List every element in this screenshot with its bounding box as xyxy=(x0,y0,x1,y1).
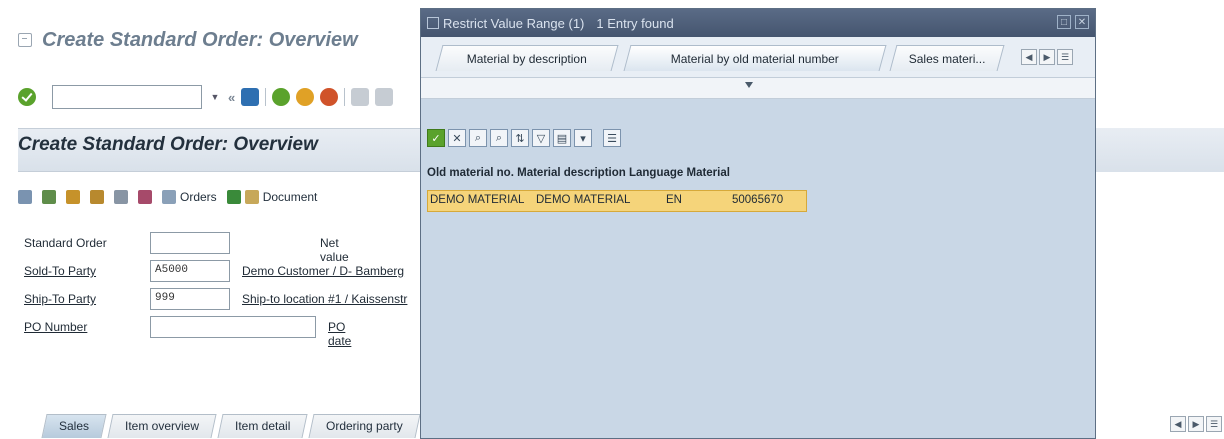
ship-to-party-field[interactable]: 999 xyxy=(150,288,230,310)
save-icon[interactable] xyxy=(241,88,260,106)
search-help-tabs: Material by description Material by old … xyxy=(421,37,1095,77)
pricing-icon[interactable] xyxy=(114,190,128,204)
restrictions-toggle-bar[interactable] xyxy=(421,77,1095,99)
header-material-description[interactable]: Material description xyxy=(517,167,626,179)
sold-to-party-label[interactable]: Sold-To Party xyxy=(24,264,150,278)
standard-order-field[interactable] xyxy=(150,232,230,254)
window-title-row: Create Standard Order: Overview xyxy=(18,20,358,60)
sort-icon[interactable]: ⇅ xyxy=(511,129,529,147)
find-next-icon[interactable]: ⌕ xyxy=(490,129,508,147)
tab-material-by-old-material-number[interactable]: Material by old material number xyxy=(623,45,887,71)
command-field[interactable] xyxy=(52,85,202,109)
cell-language: EN xyxy=(666,194,682,206)
texts-icon[interactable] xyxy=(138,190,152,204)
header-material[interactable]: Material xyxy=(686,167,729,179)
find-icon[interactable] xyxy=(375,88,394,106)
page-title: Create Standard Order: Overview xyxy=(18,134,318,155)
po-date-label[interactable]: PO date xyxy=(328,320,351,348)
tab-material-by-description[interactable]: Material by description xyxy=(435,45,619,71)
entries-found: 1 Entry found xyxy=(596,15,674,31)
standard-order-label: Standard Order xyxy=(24,236,107,250)
print-icon[interactable]: ▤ xyxy=(553,129,571,147)
tab-ordering-party[interactable]: Ordering party xyxy=(308,414,421,438)
print-icon[interactable] xyxy=(351,88,370,106)
document-icon xyxy=(244,190,259,204)
ship-to-party-label[interactable]: Ship-To Party xyxy=(24,292,150,306)
dialog-icon xyxy=(427,17,439,29)
filter-icon[interactable]: ▽ xyxy=(532,129,550,147)
cell-material: 50065670 xyxy=(732,194,784,206)
arrow-right-icon[interactable]: ▶ xyxy=(1188,416,1204,432)
tab-scroll-buttons: ◀ ▶ ☰ xyxy=(1021,49,1073,65)
maximize-icon[interactable]: □ xyxy=(1057,15,1071,29)
close-icon[interactable]: ✕ xyxy=(1075,15,1089,29)
excel-icon xyxy=(226,190,241,204)
ship-to-party-description: Ship-to location #1 / Kaissenstr xyxy=(242,292,408,306)
header-old-material-no[interactable]: Old material no. xyxy=(427,167,514,179)
cell-material-description: DEMO MATERIAL xyxy=(536,194,631,206)
document-button[interactable]: Document xyxy=(226,190,318,204)
orders-button[interactable]: Orders xyxy=(162,190,217,204)
tab-scroll-buttons: ◀ ▶ ☰ xyxy=(1170,416,1222,432)
tab-list-icon[interactable]: ☰ xyxy=(1057,49,1073,65)
arrow-left-icon[interactable]: ◀ xyxy=(1170,416,1186,432)
find-icon[interactable]: ⌕ xyxy=(469,129,487,147)
header-icon[interactable] xyxy=(42,190,56,204)
header-strip-right xyxy=(1096,128,1224,172)
orders-button-label: Orders xyxy=(180,190,217,204)
arrow-right-icon[interactable]: ▶ xyxy=(1039,49,1055,65)
dialog-titlebar[interactable]: Restrict Value Range (1) 1 Entry found xyxy=(421,9,1095,37)
restrict-value-range-dialog: Restrict Value Range (1) 1 Entry found □… xyxy=(420,8,1096,439)
application-toolbar: Orders Document xyxy=(18,185,317,209)
partner-icon[interactable] xyxy=(66,190,80,204)
toolbar-separator xyxy=(265,88,267,106)
collapse-icon[interactable] xyxy=(745,82,753,88)
tab-item-overview[interactable]: Item overview xyxy=(107,414,217,438)
check-icon[interactable]: ✓ xyxy=(427,129,445,147)
result-column-headers: Old material no. Material description La… xyxy=(427,167,730,179)
back-icon[interactable] xyxy=(272,88,291,106)
double-chevron-left-icon[interactable]: « xyxy=(228,90,235,105)
availability-icon[interactable] xyxy=(90,190,104,204)
settings-icon[interactable]: ▾ xyxy=(574,129,592,147)
sold-to-party-field[interactable]: A5000 xyxy=(150,260,230,282)
window-title: Create Standard Order: Overview xyxy=(42,28,358,51)
cancel-icon[interactable] xyxy=(320,88,339,106)
toolbar-separator xyxy=(344,88,346,106)
standard-toolbar: ▼ « xyxy=(18,84,394,110)
cancel-icon[interactable]: ✕ xyxy=(448,129,466,147)
header-language[interactable]: Language xyxy=(629,167,683,179)
po-number-field[interactable] xyxy=(150,316,316,338)
dialog-title: Restrict Value Range (1) xyxy=(443,15,585,31)
arrow-left-icon[interactable]: ◀ xyxy=(1021,49,1037,65)
order-tabs: Sales Item overview Item detail Ordering… xyxy=(41,414,421,438)
personalize-icon[interactable]: ☰ xyxy=(603,129,621,147)
tab-sales[interactable]: Sales xyxy=(41,414,107,438)
sold-to-party-description: Demo Customer / D- Bamberg xyxy=(242,264,405,278)
tab-item-detail[interactable]: Item detail xyxy=(217,414,308,438)
list-icon xyxy=(162,190,176,204)
result-toolbar: ✓ ✕ ⌕ ⌕ ⇅ ▽ ▤ ▾ ☰ xyxy=(427,127,621,149)
enter-icon[interactable] xyxy=(18,88,36,106)
chevron-down-icon[interactable]: ▼ xyxy=(208,92,222,102)
tab-sales-material[interactable]: Sales materi... xyxy=(889,45,1005,71)
tab-list-icon[interactable]: ☰ xyxy=(1206,416,1222,432)
po-number-label[interactable]: PO Number xyxy=(24,320,150,334)
result-row[interactable]: DEMO MATERIAL DEMO MATERIAL EN 50065670 xyxy=(427,190,807,212)
cell-old-material: DEMO MATERIAL xyxy=(430,194,525,206)
menu-icon[interactable] xyxy=(18,33,32,47)
dialog-window-buttons: □ ✕ xyxy=(1057,15,1089,29)
display-icon[interactable] xyxy=(18,190,32,204)
document-button-label: Document xyxy=(262,190,318,204)
exit-icon[interactable] xyxy=(296,88,315,106)
